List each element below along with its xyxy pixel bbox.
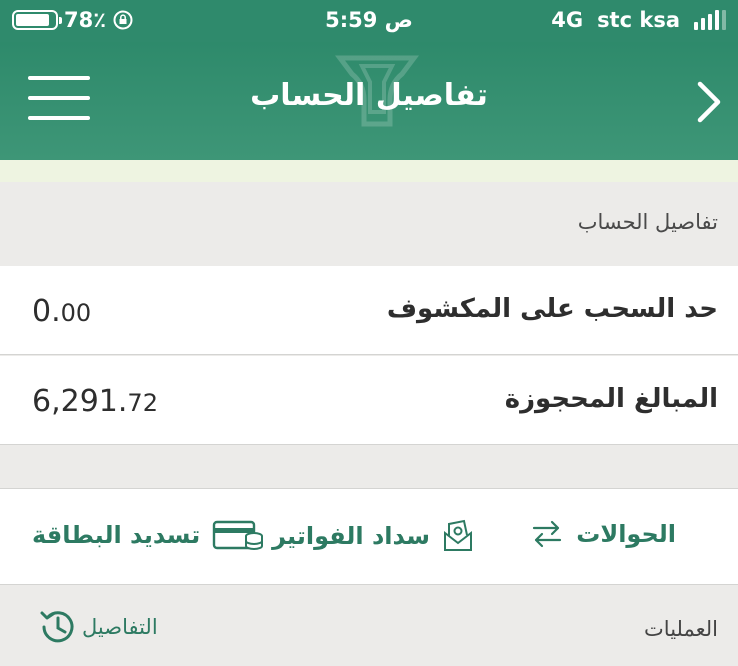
overdraft-limit-row: حد السحب على المكشوف 0.00	[0, 266, 738, 355]
operations-label: العمليات	[644, 617, 718, 641]
spacer	[0, 445, 738, 489]
quick-actions: الحوالات سداد الفواتير تسديد البطاقة	[0, 489, 738, 585]
details-label: التفاصيل	[82, 615, 158, 639]
history-clock-icon	[40, 611, 74, 643]
row-value: 6,291.72	[32, 384, 158, 419]
bills-label: سداد الفواتير	[272, 522, 430, 550]
bill-payment-button[interactable]: سداد الفواتير	[272, 519, 474, 553]
section-header: تفاصيل الحساب	[0, 182, 738, 267]
signal-icon	[694, 10, 726, 30]
value-integer: 0.	[32, 294, 61, 329]
status-right: 4G stc ksa	[551, 8, 726, 32]
row-label: المبالغ المحجوزة	[504, 384, 718, 414]
details-button[interactable]: التفاصيل	[38, 607, 158, 647]
section-title: تفاصيل الحساب	[577, 210, 718, 234]
value-decimal: 72	[127, 389, 158, 417]
page-title: تفاصيل الحساب	[250, 78, 488, 113]
operations-footer: العمليات التفاصيل	[0, 585, 738, 666]
carrier-name: stc ksa	[597, 8, 680, 32]
nav-bar: تفاصيل الحساب	[0, 42, 738, 160]
transfer-arrows-icon	[533, 520, 562, 548]
status-bar: 78٪ 5:59 ص 4G stc ksa	[0, 0, 738, 42]
info-strip	[0, 160, 738, 183]
chevron-right-icon[interactable]	[694, 80, 724, 124]
card-coins-icon	[213, 520, 264, 550]
network-type: 4G	[551, 8, 584, 32]
value-decimal: 00	[60, 299, 92, 327]
held-amounts-row: المبالغ المحجوزة 6,291.72	[0, 356, 738, 445]
row-value: 0.00	[32, 294, 91, 329]
row-label: حد السحب على المكشوف	[386, 294, 718, 324]
card-payment-button[interactable]: تسديد البطاقة	[32, 519, 264, 551]
card-payment-label: تسديد البطاقة	[32, 521, 201, 549]
value-integer: 6,291.	[32, 384, 128, 419]
transfers-button[interactable]: الحوالات	[530, 519, 676, 549]
bill-envelope-icon	[444, 519, 472, 551]
transfers-label: الحوالات	[576, 520, 676, 548]
